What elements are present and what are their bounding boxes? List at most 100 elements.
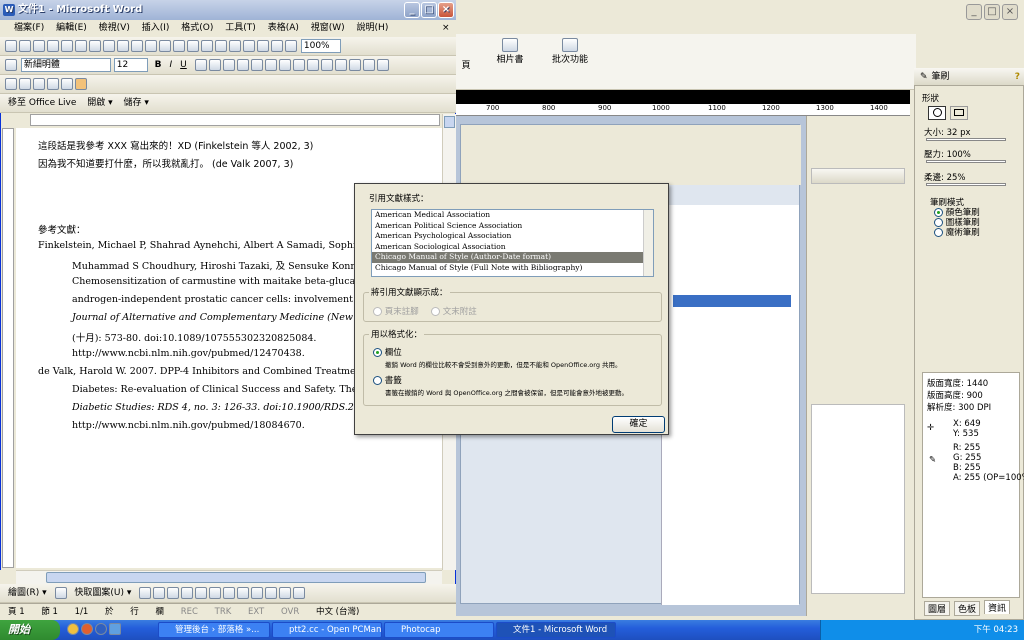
print-preview-icon[interactable] xyxy=(89,39,101,52)
minimize-icon[interactable]: _ xyxy=(404,2,420,18)
close-document-icon[interactable]: × xyxy=(442,20,450,37)
clipart-icon[interactable] xyxy=(237,586,250,599)
menu-tools[interactable]: 工具(T) xyxy=(225,23,256,33)
open-icon[interactable] xyxy=(19,39,31,52)
italic-button[interactable]: I xyxy=(166,57,177,73)
desktop-icon[interactable] xyxy=(109,623,121,635)
close-icon[interactable]: × xyxy=(1002,4,1018,20)
undo-icon[interactable] xyxy=(187,39,199,52)
tool-photobook[interactable]: 相片書 xyxy=(490,38,530,65)
cut-icon[interactable] xyxy=(131,39,143,52)
start-button[interactable]: 開始 xyxy=(0,620,60,640)
tables-icon[interactable] xyxy=(229,39,241,52)
zotero-edit-icon[interactable] xyxy=(19,77,31,90)
size-slider[interactable] xyxy=(926,138,1006,141)
zotero-bib-icon[interactable] xyxy=(33,77,45,90)
picture-icon[interactable] xyxy=(251,586,264,599)
task-pcman[interactable]: ptt2.cc - Open PCMan ... xyxy=(272,622,382,638)
zoom-select[interactable]: 100% xyxy=(300,38,341,53)
menu-help[interactable]: 說明(H) xyxy=(357,23,389,33)
redo-icon[interactable] xyxy=(201,39,213,52)
style-option-selected[interactable]: Chicago Manual of Style (Author-Date for… xyxy=(372,252,653,263)
menu-table[interactable]: 表格(A) xyxy=(268,23,299,33)
scroll-thumb[interactable] xyxy=(444,116,455,128)
style-list-scrollbar[interactable] xyxy=(643,210,653,276)
horizontal-scrollbar[interactable] xyxy=(16,570,442,584)
email-icon[interactable] xyxy=(61,39,73,52)
decrease-indent-icon[interactable] xyxy=(320,58,333,71)
minimize-icon[interactable]: _ xyxy=(966,4,982,20)
square-shape-button[interactable] xyxy=(950,106,968,120)
highlight-icon[interactable] xyxy=(362,58,375,71)
task-word[interactable]: 文件1 - Microsoft Word xyxy=(496,622,616,638)
tool-batch[interactable]: 批次功能 xyxy=(548,38,592,65)
move-to-office-live-button[interactable]: 移至 Office Live xyxy=(4,95,80,111)
save-menu-button[interactable]: 儲存 ▾ xyxy=(120,95,153,111)
ie-icon[interactable] xyxy=(95,623,107,635)
style-option[interactable]: American Political Science Association xyxy=(372,221,653,232)
tool-page[interactable]: 頁 xyxy=(456,40,476,71)
menu-file[interactable]: 檔案(F) xyxy=(14,23,44,33)
clock[interactable]: 下午 04:23 xyxy=(974,625,1018,635)
view-buttons[interactable] xyxy=(0,570,16,584)
drawing-icon[interactable] xyxy=(271,39,283,52)
zotero-icon[interactable] xyxy=(5,77,17,90)
char-shading-icon[interactable] xyxy=(208,58,221,71)
paste-icon[interactable] xyxy=(159,39,171,52)
wordart-icon[interactable] xyxy=(209,586,222,599)
insert-table-icon[interactable] xyxy=(243,39,255,52)
border-icon[interactable] xyxy=(348,58,361,71)
styles-icon[interactable] xyxy=(5,58,17,71)
style-option[interactable]: American Sociological Association xyxy=(372,242,653,253)
show-hide-icon[interactable] xyxy=(285,39,297,52)
permission-icon[interactable] xyxy=(47,39,59,52)
footnote-option[interactable]: 頁末註腳 xyxy=(373,305,419,317)
align-right-icon[interactable] xyxy=(250,58,263,71)
style-option[interactable]: American Psychological Association xyxy=(372,231,653,242)
menu-view[interactable]: 檢視(V) xyxy=(99,23,130,33)
copy-icon[interactable] xyxy=(145,39,157,52)
rectangle-icon[interactable] xyxy=(167,586,180,599)
line-spacing-icon[interactable] xyxy=(278,58,291,71)
menu-format[interactable]: 格式(O) xyxy=(181,23,213,33)
menu-insert[interactable]: 插入(I) xyxy=(142,23,170,33)
arrow-icon[interactable] xyxy=(153,586,166,599)
align-center-icon[interactable] xyxy=(236,58,249,71)
justify-icon[interactable] xyxy=(264,58,277,71)
research-icon[interactable] xyxy=(117,39,129,52)
bookmarks-option[interactable]: 書籤 xyxy=(373,374,402,386)
tab-swatches[interactable]: 色板 xyxy=(954,601,981,616)
line-color-icon[interactable] xyxy=(279,586,292,599)
tab-layers[interactable]: 圖層 xyxy=(924,601,951,616)
close-icon[interactable]: × xyxy=(438,2,454,18)
help-icon[interactable]: ? xyxy=(1015,68,1020,86)
maximize-icon[interactable]: □ xyxy=(421,2,437,18)
diagram-icon[interactable] xyxy=(223,586,236,599)
char-border-icon[interactable] xyxy=(194,58,207,71)
ok-button[interactable]: 確定 xyxy=(612,416,665,433)
zotero-prefs-icon[interactable] xyxy=(75,77,87,90)
bullets-icon[interactable] xyxy=(306,58,319,71)
tab-info[interactable]: 資訊 xyxy=(984,600,1011,614)
zotero-refresh-icon[interactable] xyxy=(61,77,73,90)
style-option[interactable]: American Medical Association xyxy=(372,210,653,221)
zotero-edit-bib-icon[interactable] xyxy=(47,77,59,90)
firefox-icon[interactable] xyxy=(81,623,93,635)
underline-button[interactable]: U xyxy=(176,57,191,73)
circle-shape-button[interactable] xyxy=(928,106,946,120)
open-button[interactable]: 開啟 ▾ xyxy=(83,95,116,111)
task-photocap[interactable]: Photocap xyxy=(384,622,494,638)
align-left-icon[interactable] xyxy=(222,58,235,71)
task-admin[interactable]: 管理後台 › 部落格 »... xyxy=(158,622,270,638)
new-icon[interactable] xyxy=(5,39,17,52)
maximize-icon[interactable]: □ xyxy=(984,4,1000,20)
line-icon[interactable] xyxy=(139,586,152,599)
save-icon[interactable] xyxy=(33,39,45,52)
style-list[interactable]: American Medical Association American Po… xyxy=(371,209,654,277)
oval-icon[interactable] xyxy=(181,586,194,599)
textbox-icon[interactable] xyxy=(195,586,208,599)
fill-color-icon[interactable] xyxy=(265,586,278,599)
bold-button[interactable]: B xyxy=(151,57,166,73)
hyperlink-icon[interactable] xyxy=(215,39,227,52)
print-icon[interactable] xyxy=(75,39,87,52)
